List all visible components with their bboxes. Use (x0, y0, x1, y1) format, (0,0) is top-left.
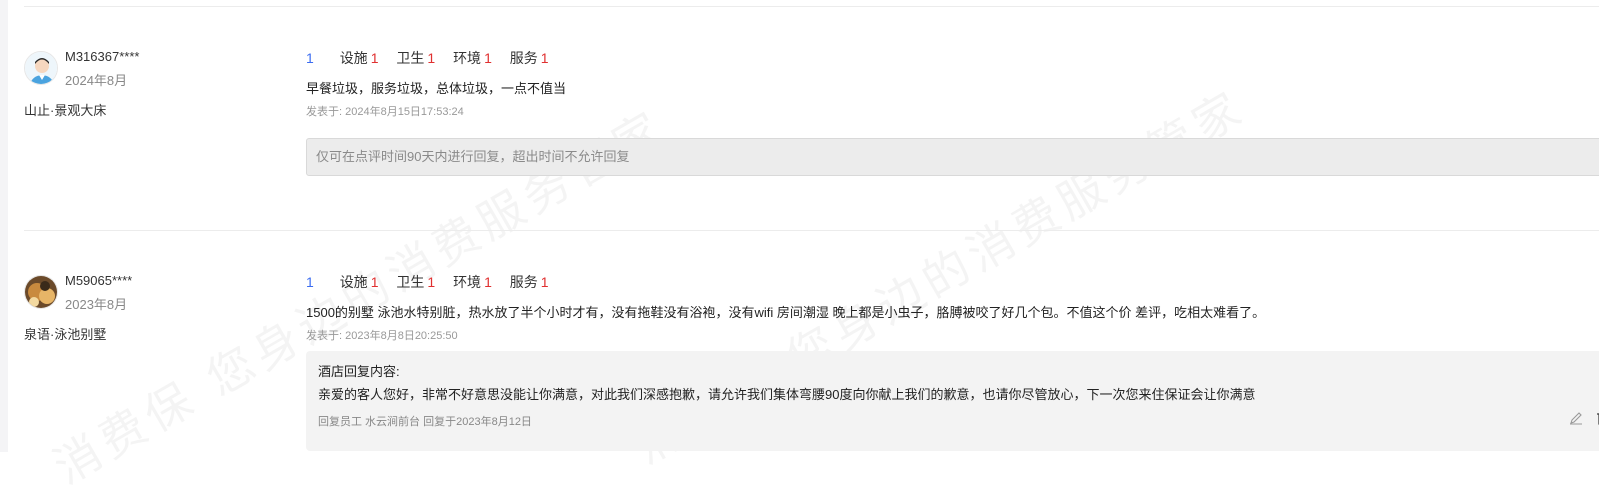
avatar (24, 275, 58, 309)
left-gutter (0, 0, 8, 452)
score-service: 服务 1 (509, 50, 549, 66)
score-environment: 环境 1 (453, 50, 492, 66)
score-facilities: 设施 1 (339, 274, 379, 290)
score-row: 1 设施 1 卫生 1 环境 1 服务 1 (306, 48, 563, 68)
review-month: 2023年8月 (65, 297, 128, 312)
score-service: 服务 1 (509, 274, 549, 290)
room-type: 泉语·泳池别墅 (24, 327, 107, 342)
top-divider (24, 6, 1599, 7)
hotel-reply-box: 酒店回复内容: 亲爱的客人您好，非常不好意思没能让你满意，对此我们深感抱歉，请允… (306, 351, 1599, 451)
hotel-reply-title: 酒店回复内容: (318, 364, 400, 379)
reply-input-disabled: 仅可在点评时间90天内进行回复，超出时间不允许回复 (306, 138, 1599, 176)
edit-icon[interactable] (1569, 411, 1583, 425)
avatar (24, 51, 58, 85)
score-hygiene: 卫生 1 (396, 50, 436, 66)
review-content: 早餐垃圾，服务垃圾，总体垃圾，一点不值当 (306, 81, 567, 96)
score-row: 1 设施 1 卫生 1 环境 1 服务 1 (306, 272, 563, 292)
user-name: M59065**** (65, 273, 133, 288)
user-name: M316367**** (65, 49, 140, 64)
hotel-reply-meta: 回复员工 水云涧前台 回复于2023年8月12日 (318, 416, 532, 428)
posted-time: 发表于: 2024年8月15日17:53:24 (306, 106, 464, 118)
review-month: 2024年8月 (65, 73, 128, 88)
hotel-reply-text: 亲爱的客人您好，非常不好意思没能让你满意，对此我们深感抱歉，请允许我们集体弯腰9… (318, 387, 1256, 402)
score-hygiene: 卫生 1 (396, 274, 436, 290)
overall-score: 1 (306, 274, 314, 290)
score-environment: 环境 1 (453, 274, 492, 290)
review-content: 1500的别墅 泳池水特别脏，热水放了半个小时才有，没有拖鞋没有浴袍，没有wif… (306, 305, 1266, 320)
posted-time: 发表于: 2023年8月8日20:25:50 (306, 330, 458, 342)
overall-score: 1 (306, 50, 314, 66)
score-facilities: 设施 1 (339, 50, 379, 66)
room-type: 山止·景观大床 (24, 103, 107, 118)
review-divider (24, 230, 1599, 231)
